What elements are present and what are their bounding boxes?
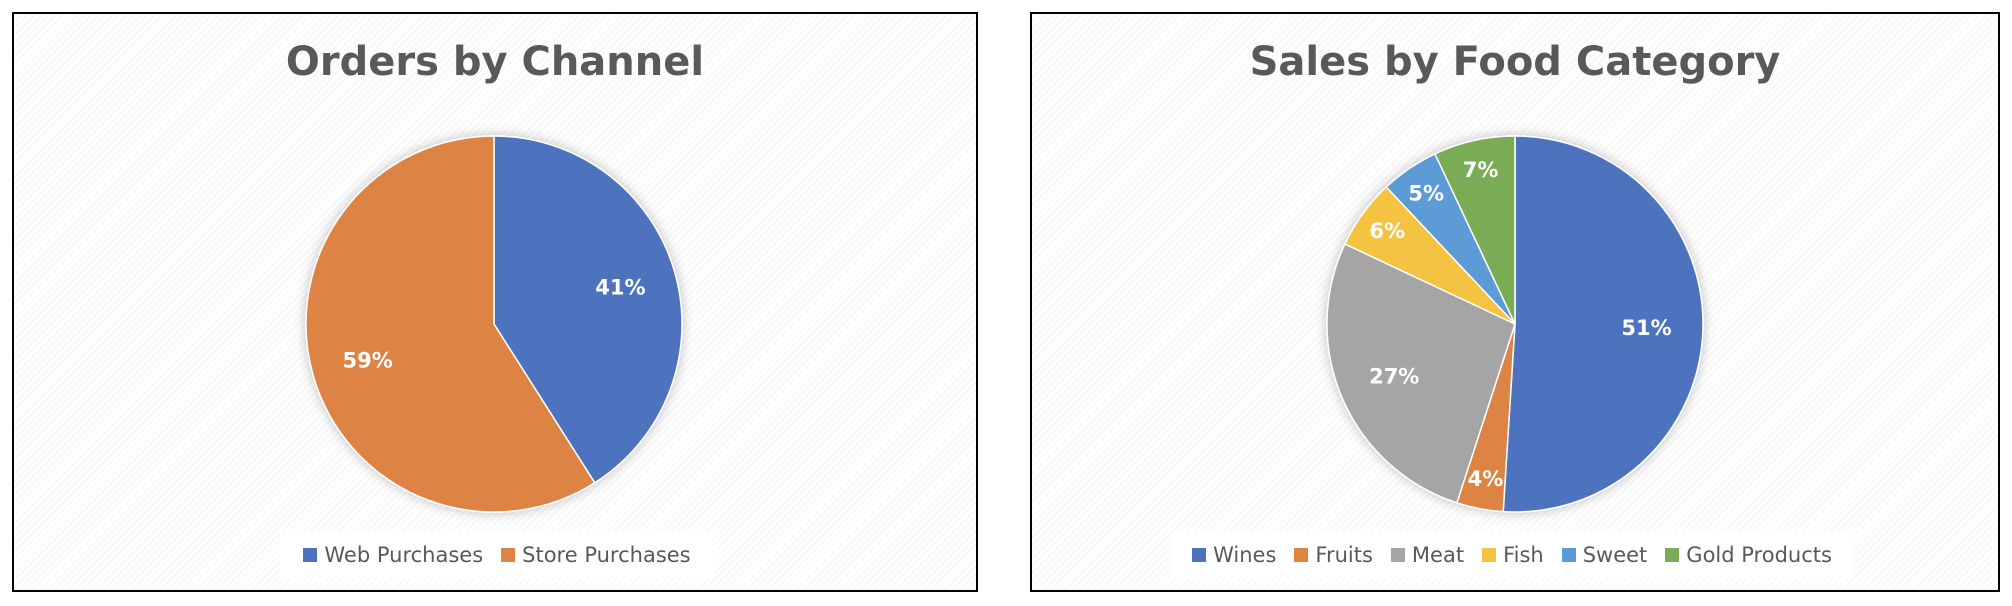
chart-panel-sales-by-food-category: Sales by Food Category 51% 4% 27% 6% 5% 7% Wi… bbox=[1030, 12, 2000, 592]
legend-label: Sweet bbox=[1582, 543, 1648, 567]
legend-label: Fish bbox=[1503, 543, 1544, 567]
data-label-web-purchases: 41% bbox=[595, 275, 645, 299]
legend-item-sweet: Sweet bbox=[1561, 543, 1648, 567]
legend-swatch bbox=[1294, 548, 1309, 562]
data-label-store-purchases: 59% bbox=[342, 349, 392, 373]
legend-item-web-purchases: Web Purchases bbox=[303, 543, 483, 567]
data-label-wines: 51% bbox=[1621, 316, 1671, 340]
legend-item-meat: Meat bbox=[1390, 543, 1465, 567]
data-label-gold-products: 7% bbox=[1463, 158, 1499, 182]
chart-legend: Web Purchases Store Purchases bbox=[280, 532, 714, 578]
legend-swatch bbox=[501, 548, 516, 562]
data-label-fish: 6% bbox=[1369, 219, 1405, 243]
legend-item-fruits: Fruits bbox=[1294, 543, 1373, 567]
legend-label: Store Purchases bbox=[522, 543, 691, 567]
legend-swatch bbox=[303, 548, 318, 562]
pie-slices bbox=[305, 135, 683, 513]
chart-panel-orders-by-channel: Orders by Channel 41% 59% Web Purchases St… bbox=[12, 12, 978, 592]
legend-item-fish: Fish bbox=[1482, 543, 1544, 567]
legend-swatch bbox=[1192, 548, 1207, 562]
legend-item-store-purchases: Store Purchases bbox=[501, 543, 691, 567]
legend-item-wines: Wines bbox=[1192, 543, 1276, 567]
pie-chart-orders-by-channel: 41% 59% bbox=[305, 135, 683, 513]
pie-slice-wines bbox=[1502, 135, 1704, 513]
legend-swatch bbox=[1561, 548, 1576, 562]
legend-label: Gold Products bbox=[1686, 543, 1832, 567]
data-label-sweet: 5% bbox=[1408, 181, 1444, 205]
legend-label: Web Purchases bbox=[324, 543, 484, 567]
data-label-meat: 27% bbox=[1369, 364, 1419, 388]
legend-swatch bbox=[1482, 548, 1497, 562]
pie-chart-sales-by-food-category: 51% 4% 27% 6%5% 7% bbox=[1326, 135, 1704, 513]
legend-swatch bbox=[1390, 548, 1405, 562]
data-label-fruits: 4% bbox=[1468, 467, 1504, 491]
chart-legend: Wines Fruits Meat Fish Sweet Gold Products bbox=[1172, 532, 1852, 578]
legend-label: Fruits bbox=[1315, 543, 1373, 567]
legend-label: Meat bbox=[1411, 543, 1465, 567]
legend-swatch bbox=[1665, 548, 1680, 562]
legend-label: Wines bbox=[1213, 543, 1277, 567]
legend-item-gold-products: Gold Products bbox=[1665, 543, 1832, 567]
